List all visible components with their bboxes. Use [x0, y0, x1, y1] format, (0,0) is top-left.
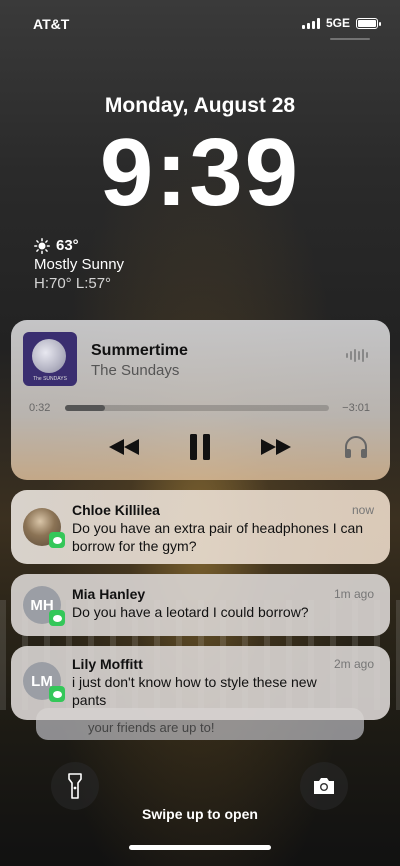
- notification-mia[interactable]: MH Mia Hanley 1m ago Do you have a leota…: [11, 574, 390, 636]
- rewind-button[interactable]: [105, 430, 143, 464]
- notification-sender: Chloe Killilea: [72, 502, 160, 518]
- lock-date: Monday, August 28: [104, 94, 296, 117]
- messages-app-icon: [49, 686, 65, 702]
- notification-time: now: [351, 503, 374, 517]
- fast-forward-icon: [261, 439, 291, 455]
- swipe-hint: Swipe up to open: [142, 806, 258, 822]
- album-art[interactable]: The SUNDAYS: [23, 332, 77, 386]
- lock-time: 9:39: [99, 119, 301, 226]
- notification-sender: Mia Hanley: [72, 586, 146, 602]
- home-indicator[interactable]: [129, 845, 271, 850]
- control-center-indicator[interactable]: [330, 38, 370, 40]
- status-indicators: 5GE: [301, 16, 381, 30]
- weather-condition: Mostly Sunny: [34, 256, 125, 273]
- notification-time: 1m ago: [333, 587, 374, 601]
- flashlight-button[interactable]: [51, 762, 99, 810]
- battery-icon: [356, 17, 381, 29]
- carrier-label: AT&T: [33, 16, 70, 32]
- notification-lily[interactable]: LM Lily Moffitt 2m ago i just don't know…: [11, 646, 390, 720]
- notification-message: Do you have a leotard I could borrow?: [72, 604, 309, 620]
- rewind-icon: [109, 439, 139, 455]
- fast-forward-button[interactable]: [257, 430, 295, 464]
- weather-hilo: H:70° L:57°: [34, 275, 112, 292]
- network-label: 5GE: [325, 16, 350, 30]
- audio-output-button[interactable]: [341, 430, 371, 464]
- headphones-icon: [345, 436, 367, 458]
- song-artist: The Sundays: [91, 362, 180, 379]
- song-title: Summertime: [91, 342, 188, 359]
- album-art-moon: [32, 339, 66, 373]
- sun-icon: [34, 237, 50, 254]
- messages-app-icon: [49, 532, 65, 548]
- notification-message: i just don't know how to style these new…: [72, 674, 317, 708]
- notification-chloe[interactable]: Chloe Killilea now Do you have an extra …: [11, 490, 390, 564]
- notification-time: 2m ago: [333, 657, 374, 671]
- notification-message: Do you have an extra pair of headphones …: [72, 520, 364, 554]
- camera-icon: [314, 778, 334, 794]
- signal-icon: [301, 17, 320, 29]
- elapsed-time: 0:32: [29, 402, 51, 414]
- weather-widget[interactable]: 63° Mostly Sunny H:70° L:57°: [34, 236, 124, 293]
- progress-scrubber[interactable]: [65, 405, 329, 411]
- status-bar: AT&T 5GE: [0, 0, 400, 44]
- stacked-notification-text: your friends are up to!: [88, 720, 215, 735]
- now-playing-widget[interactable]: The SUNDAYS Summertime The Sundays 0:32 …: [11, 320, 390, 480]
- weather-temp: 63°: [56, 237, 79, 254]
- pause-button[interactable]: [183, 430, 217, 464]
- messages-app-icon: [49, 610, 65, 626]
- weather-temp-row: 63°: [34, 236, 124, 255]
- camera-button[interactable]: [300, 762, 348, 810]
- pause-icon: [190, 434, 210, 460]
- notification-sender: Lily Moffitt: [72, 656, 143, 672]
- flashlight-icon: [68, 773, 82, 799]
- audio-waveform-icon: [346, 348, 368, 362]
- progress-fill: [65, 405, 105, 411]
- remaining-time: −3:01: [342, 402, 370, 414]
- album-art-text: The SUNDAYS: [33, 376, 67, 382]
